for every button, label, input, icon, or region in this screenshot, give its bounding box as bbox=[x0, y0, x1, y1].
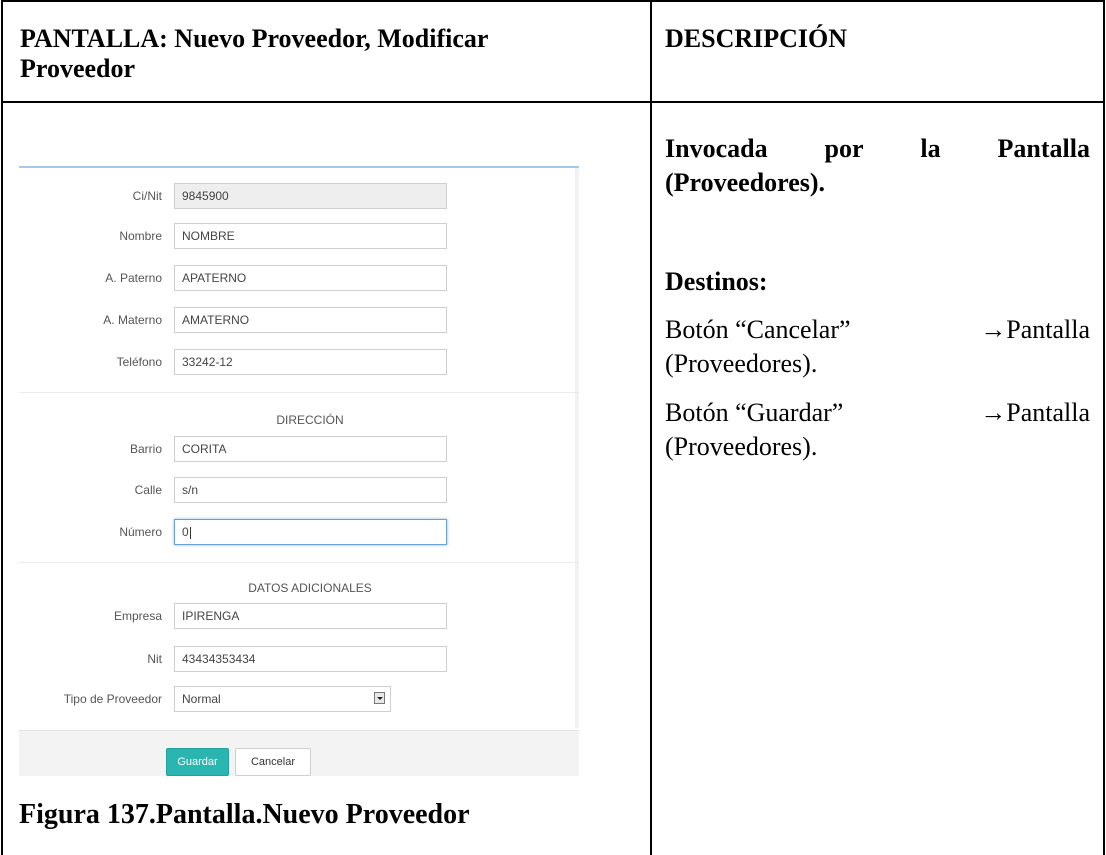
dest-save-button-text: Botón “Guardar” bbox=[665, 398, 844, 427]
telefono-label: Teléfono bbox=[116, 355, 162, 369]
dest-cancel-target: →Pantalla bbox=[980, 315, 1090, 344]
table-right-border bbox=[1103, 0, 1105, 855]
text-caret bbox=[189, 526, 191, 539]
cancel-button[interactable]: Cancelar bbox=[235, 748, 311, 776]
apaterno-input[interactable]: APATERNO bbox=[174, 265, 447, 291]
field-row-tipo-proveedor: Tipo de Proveedor Normal bbox=[19, 686, 579, 712]
empresa-label: Empresa bbox=[113, 609, 162, 623]
invoked-word-3: la bbox=[920, 134, 941, 163]
screen-title: PANTALLA: Nuevo Proveedor, Modificar Pro… bbox=[20, 24, 642, 84]
provider-type-select[interactable]: Normal bbox=[174, 686, 391, 712]
provider-form-screenshot: Ci/Nit 9845900 Nombre NOMBRE A. Paterno … bbox=[19, 166, 579, 776]
provider-type-label: Tipo de Proveedor bbox=[63, 692, 162, 706]
amaterno-label: A. Materno bbox=[103, 313, 162, 327]
calle-input[interactable]: s/n bbox=[174, 477, 447, 503]
field-row-empresa: Empresa IPIRENGA bbox=[19, 603, 579, 629]
numero-input[interactable]: 0 bbox=[174, 519, 447, 545]
barrio-input[interactable]: CORITA bbox=[174, 436, 447, 462]
empresa-input[interactable]: IPIRENGA bbox=[174, 603, 447, 629]
invoked-word-1: Invocada bbox=[665, 134, 768, 163]
table-top-border bbox=[1, 0, 1105, 2]
table-middle-border bbox=[650, 0, 652, 855]
section-divider bbox=[19, 392, 579, 393]
apaterno-label: A. Paterno bbox=[105, 271, 162, 285]
figure-caption: Figura 137.Pantalla.Nuevo Proveedor bbox=[19, 799, 470, 830]
screen-title-line2: Proveedor bbox=[20, 54, 136, 83]
form-top-border bbox=[19, 166, 579, 168]
field-row-nit: Nit 43434353434 bbox=[19, 646, 579, 672]
field-row-barrio: Barrio CORITA bbox=[19, 436, 579, 462]
dropdown-arrow-icon[interactable] bbox=[374, 692, 385, 704]
provider-type-value: Normal bbox=[182, 692, 221, 706]
field-row-calle: Calle s/n bbox=[19, 477, 579, 503]
description-title: DESCRIPCIÓN bbox=[665, 24, 848, 53]
table-left-border bbox=[1, 0, 3, 855]
form-footer: Guardar Cancelar bbox=[19, 730, 579, 776]
invoked-line-2: (Proveedores). bbox=[665, 168, 826, 197]
ci-nit-input[interactable]: 9845900 bbox=[174, 183, 447, 209]
section-divider-2 bbox=[19, 562, 579, 563]
address-section-title: DIRECCIÓN bbox=[276, 413, 344, 427]
save-button[interactable]: Guardar bbox=[166, 748, 229, 776]
invoked-by: Invocada por la Pantalla (Proveedores). bbox=[665, 132, 1090, 200]
dest-cancel-line-2: (Proveedores). bbox=[665, 349, 818, 378]
nombre-label: Nombre bbox=[119, 229, 162, 243]
invoked-word-4: Pantalla bbox=[997, 134, 1090, 163]
field-row-ci-nit: Ci/Nit 9845900 bbox=[19, 183, 579, 209]
screen-title-line1: PANTALLA: Nuevo Proveedor, Modificar bbox=[20, 24, 489, 53]
header-separator bbox=[1, 101, 1105, 103]
field-row-apaterno: A. Paterno APATERNO bbox=[19, 265, 579, 291]
document-table: PANTALLA: Nuevo Proveedor, Modificar Pro… bbox=[0, 0, 1106, 855]
nit-input[interactable]: 43434353434 bbox=[174, 646, 447, 672]
invoked-word-2: por bbox=[824, 134, 864, 163]
numero-label: Número bbox=[119, 525, 162, 539]
dest-save-line-2: (Proveedores). bbox=[665, 432, 818, 461]
telefono-input[interactable]: 33242-12 bbox=[174, 349, 447, 375]
field-row-numero: Número 0 bbox=[19, 519, 579, 545]
extra-section-title: DATOS ADICIONALES bbox=[248, 581, 372, 595]
destinos-title: Destinos: bbox=[665, 267, 768, 296]
barrio-label: Barrio bbox=[129, 442, 162, 456]
amaterno-input[interactable]: AMATERNO bbox=[174, 307, 447, 333]
ci-nit-label: Ci/Nit bbox=[132, 189, 162, 203]
field-row-nombre: Nombre NOMBRE bbox=[19, 223, 579, 249]
numero-value: 0 bbox=[182, 525, 189, 539]
field-row-amaterno: A. Materno AMATERNO bbox=[19, 307, 579, 333]
field-row-telefono: Teléfono 33242-12 bbox=[19, 349, 579, 375]
dest-save-target: →Pantalla bbox=[980, 398, 1090, 427]
calle-label: Calle bbox=[134, 483, 162, 497]
nombre-input[interactable]: NOMBRE bbox=[174, 223, 447, 249]
dest-cancel-button-text: Botón “Cancelar” bbox=[665, 315, 851, 344]
destination-save: Botón “Guardar” →Pantalla (Proveedores). bbox=[665, 396, 1090, 464]
destination-cancel: Botón “Cancelar” →Pantalla (Proveedores)… bbox=[665, 313, 1090, 381]
nit-label: Nit bbox=[147, 652, 162, 666]
